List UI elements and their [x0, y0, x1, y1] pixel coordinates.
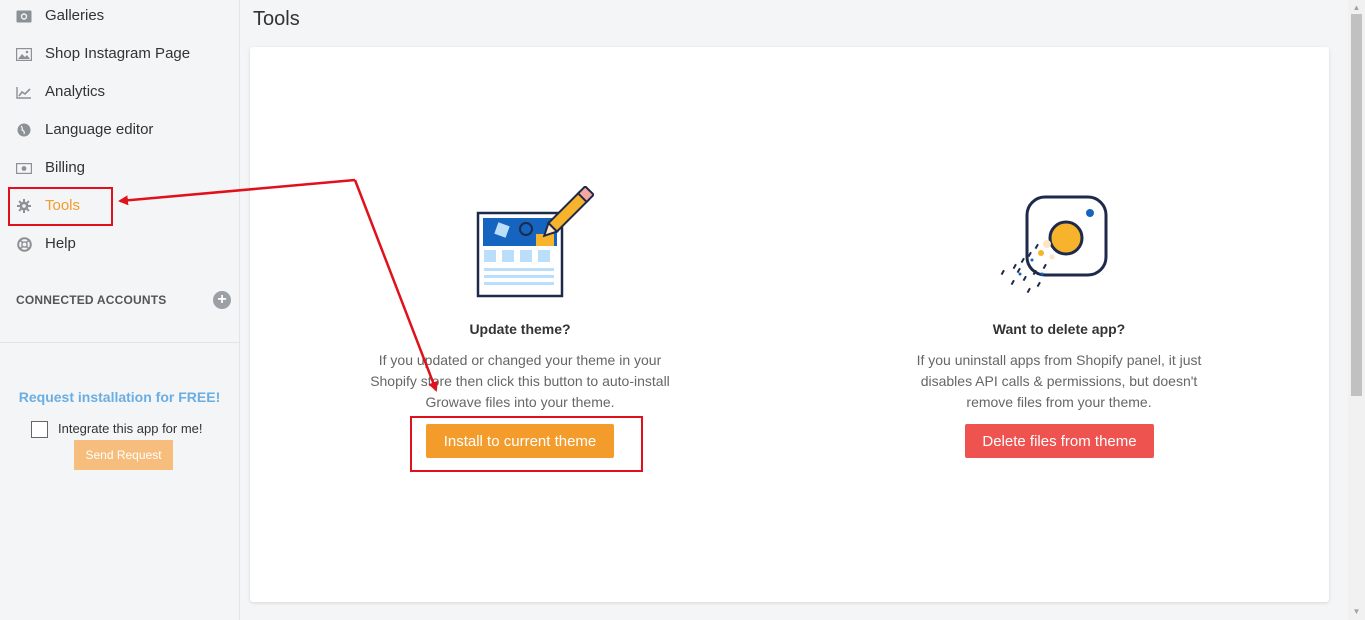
annotation-arrows — [118, 178, 438, 392]
scrollbar-thumb[interactable] — [1351, 14, 1362, 396]
scroll-down-arrow-icon[interactable]: ▼ — [1350, 606, 1363, 618]
scroll-up-arrow-icon[interactable]: ▲ — [1350, 2, 1363, 14]
